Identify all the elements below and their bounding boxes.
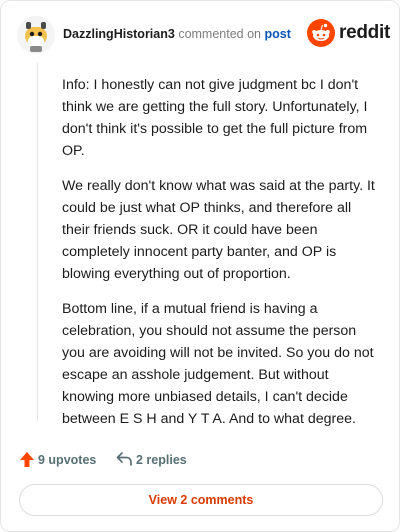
reply-arrow-icon (116, 452, 132, 466)
upvotes-count: 9 upvotes (38, 453, 97, 467)
avatar[interactable] (17, 16, 55, 54)
thread-line (37, 63, 38, 421)
post-link[interactable]: post (264, 27, 290, 41)
comment-actions: 9 upvotes 2 replies (19, 449, 379, 471)
upvote-arrow-icon (20, 452, 34, 467)
upvote-button[interactable]: 9 upvotes (19, 449, 109, 471)
reddit-logo-icon (307, 19, 335, 47)
reddit-wordmark: reddit (339, 22, 390, 43)
comment-card: DazzlingHistorian3 commented on post red… (0, 0, 400, 532)
replies-count: 2 replies (136, 453, 187, 467)
comment-paragraph: Bottom line, if a mutual friend is havin… (62, 301, 374, 427)
commented-on-text: commented on (178, 27, 261, 41)
view-comments-button[interactable]: View 2 comments (19, 484, 383, 516)
comment-paragraph: Info: I honestly can not give judgment b… (62, 77, 368, 159)
snoo-avatar-icon (17, 16, 55, 54)
comment-meta: DazzlingHistorian3 commented on post (63, 27, 291, 41)
comment-header: DazzlingHistorian3 commented on post red… (17, 16, 390, 54)
reddit-brand[interactable]: reddit (307, 19, 390, 49)
replies-button[interactable]: 2 replies (116, 449, 206, 471)
comment-body: Info: I honestly can not give judgment b… (62, 74, 382, 443)
comment-paragraph: We really don't know what was said at th… (62, 178, 375, 282)
username-link[interactable]: DazzlingHistorian3 (63, 27, 175, 41)
